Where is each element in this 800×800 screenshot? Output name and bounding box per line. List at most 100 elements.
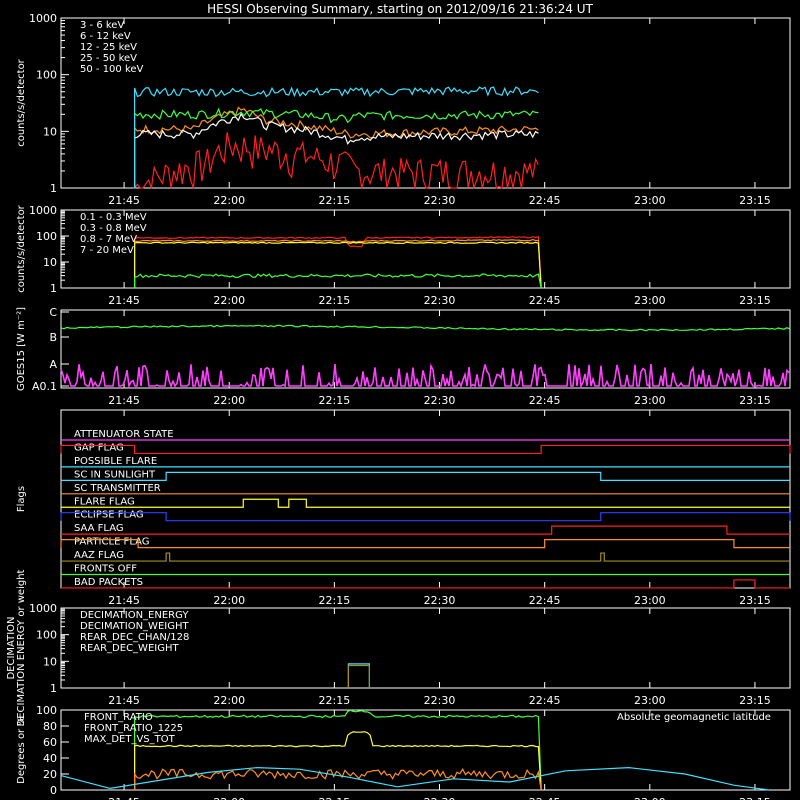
x-tick-label: 23:15 bbox=[739, 594, 771, 607]
x-tick-label: 21:45 bbox=[108, 594, 140, 607]
flag-line-aaz-flag bbox=[61, 552, 790, 562]
flag-label-attenuator-state: ATTENUATOR STATE bbox=[74, 429, 174, 440]
x-tick-label: 22:45 bbox=[529, 394, 561, 407]
x-tick-label: 22:15 bbox=[319, 694, 351, 707]
x-tick-label: 22:45 bbox=[529, 594, 561, 607]
x-tick-label: 22:15 bbox=[319, 594, 351, 607]
x-tick-label: 23:00 bbox=[634, 594, 666, 607]
flag-label-saa-flag: SAA FLAG bbox=[74, 523, 124, 534]
y-tick-label: B bbox=[49, 331, 57, 344]
flag-line-eclipse-flag bbox=[60, 512, 791, 522]
x-tick-label: 23:00 bbox=[634, 294, 666, 307]
y-tick-label: 10 bbox=[43, 655, 57, 668]
legend-rear-dec-weight: REAR_DEC_WEIGHT bbox=[80, 643, 179, 654]
hessi-summary-chart: HESSI Observing Summary, starting on 201… bbox=[6, 2, 791, 800]
x-tick-label: 22:00 bbox=[213, 394, 245, 407]
x-tick-label: 22:15 bbox=[319, 194, 351, 207]
flag-label-fronts-off: FRONTS OFF bbox=[74, 564, 137, 575]
flag-line-particle-flag bbox=[60, 539, 790, 549]
x-tick-label: 22:00 bbox=[213, 796, 245, 800]
y-tick-label: 0 bbox=[50, 784, 57, 797]
series-front-ratio bbox=[133, 709, 542, 791]
panel-frame-0 bbox=[60, 17, 791, 189]
annotation-geomagnetic-latitude: Absolute geomagnetic latitude bbox=[617, 712, 771, 723]
y-tick-label: 10 bbox=[43, 256, 57, 269]
y-tick-label: 100 bbox=[36, 69, 57, 82]
legend-12-25-kev: 12 - 25 keV bbox=[80, 42, 137, 53]
flag-line-bad-packets bbox=[61, 579, 790, 589]
legend-7-20-mev: 7 - 20 MeV bbox=[80, 245, 134, 256]
x-tick-label: 21:45 bbox=[108, 194, 140, 207]
legend-6-12-kev: 6 - 12 keV bbox=[80, 31, 131, 42]
flag-label-aaz-flag: AAZ FLAG bbox=[74, 550, 124, 561]
flag-line-gap-flag bbox=[60, 444, 791, 455]
y-tick-label: 60 bbox=[43, 736, 57, 749]
panels: 21:45 22:00 22:15 22:30 22:45 23:00 23:1511010… bbox=[6, 12, 791, 800]
y-tick-label: 1000 bbox=[29, 602, 57, 615]
x-tick-label: 22:30 bbox=[424, 594, 456, 607]
y-tick-label: 1 bbox=[50, 182, 57, 195]
x-tick-label: 23:15 bbox=[739, 394, 771, 407]
series-0-3-0-8-mev bbox=[133, 238, 542, 289]
series-rear-dec-weight bbox=[347, 664, 370, 688]
x-tick-label: 22:45 bbox=[529, 294, 561, 307]
x-tick-label: 23:00 bbox=[634, 194, 666, 207]
y-tick-label: 100 bbox=[36, 629, 57, 642]
series-max-det-vs-tot bbox=[133, 768, 542, 791]
x-tick-label: 22:15 bbox=[319, 394, 351, 407]
legend-front-ratio-1225: FRONT_RATIO_1225 bbox=[84, 723, 183, 734]
x-tick-label: 22:30 bbox=[424, 394, 456, 407]
y-tick-label: A0.1 bbox=[32, 380, 57, 393]
x-tick-label: 21:45 bbox=[108, 694, 140, 707]
x-tick-label: 23:15 bbox=[739, 796, 771, 800]
series-rear-dec-chan-128 bbox=[347, 663, 370, 688]
series-7-20-mev bbox=[133, 273, 542, 289]
x-tick-label: 23:15 bbox=[739, 294, 771, 307]
flag-line-saa-flag bbox=[61, 525, 790, 535]
x-tick-label: 22:00 bbox=[213, 194, 245, 207]
legend-rear-dec-chan-128: REAR_DEC_CHAN/128 bbox=[80, 632, 189, 643]
series-goes-long bbox=[60, 324, 791, 332]
legend-0-3-0-8-mev: 0.3 - 0.8 MeV bbox=[80, 223, 147, 234]
x-tick-label: 23:00 bbox=[634, 394, 666, 407]
legend-0-8-7-mev: 0.8 - 7 MeV bbox=[80, 234, 137, 245]
series-front-ratio-1225 bbox=[133, 731, 542, 791]
flag-label-bad-packets: BAD PACKETS bbox=[74, 577, 143, 588]
y-axis-label: Degrees or % bbox=[16, 716, 27, 784]
x-tick-label: 22:30 bbox=[424, 194, 456, 207]
y-tick-label: C bbox=[49, 306, 57, 319]
y-tick-label: 80 bbox=[43, 720, 57, 733]
y-axis-label: DECIMATION ENERGY or weight bbox=[16, 569, 27, 726]
x-tick-label: 22:45 bbox=[529, 194, 561, 207]
y-axis-label: GOES15 [W m⁻²] bbox=[16, 307, 27, 391]
legend-50-100-kev: 50 - 100 keV bbox=[80, 64, 144, 75]
x-tick-label: 22:00 bbox=[213, 694, 245, 707]
x-tick-label: 22:00 bbox=[213, 594, 245, 607]
flag-line-sc-in-sunlight bbox=[61, 471, 790, 481]
x-tick-label: 21:45 bbox=[108, 294, 140, 307]
y-tick-label: 1000 bbox=[29, 204, 57, 217]
x-tick-label: 22:45 bbox=[529, 796, 561, 800]
y-tick-label: 1 bbox=[50, 682, 57, 695]
legend-front-ratio: FRONT_RATIO bbox=[84, 712, 153, 723]
panel-frame-2 bbox=[60, 309, 791, 389]
legend-25-50-kev: 25 - 50 keV bbox=[80, 53, 137, 64]
legend-decimation-energy: DECIMATION_ENERGY bbox=[80, 610, 189, 621]
legend-0-1-0-3-mev: 0.1 - 0.3 MeV bbox=[80, 212, 147, 223]
series-absolute-geomagnetic-latitude bbox=[60, 766, 770, 791]
series-0-1-0-3-mev bbox=[133, 236, 542, 289]
y-axis-label: Flags bbox=[16, 486, 27, 512]
series-3-6-kev bbox=[133, 132, 539, 189]
flag-label-sc-transmitter: SC TRANSMITTER bbox=[74, 483, 161, 494]
y-tick-label: 10 bbox=[43, 125, 57, 138]
chart-title: HESSI Observing Summary, starting on 201… bbox=[207, 2, 593, 16]
y-axis-label: counts/s/detector bbox=[16, 58, 27, 146]
series-goes-short bbox=[60, 363, 790, 389]
flag-label-flare-flag: FLARE FLAG bbox=[74, 496, 135, 507]
y-tick-label: 20 bbox=[43, 768, 57, 781]
x-tick-label: 22:15 bbox=[319, 796, 351, 800]
x-tick-label: 23:00 bbox=[634, 694, 666, 707]
legend-decimation-weight: DECIMATION_WEIGHT bbox=[80, 621, 189, 632]
x-tick-label: 23:15 bbox=[739, 694, 771, 707]
x-tick-label: 22:00 bbox=[213, 294, 245, 307]
